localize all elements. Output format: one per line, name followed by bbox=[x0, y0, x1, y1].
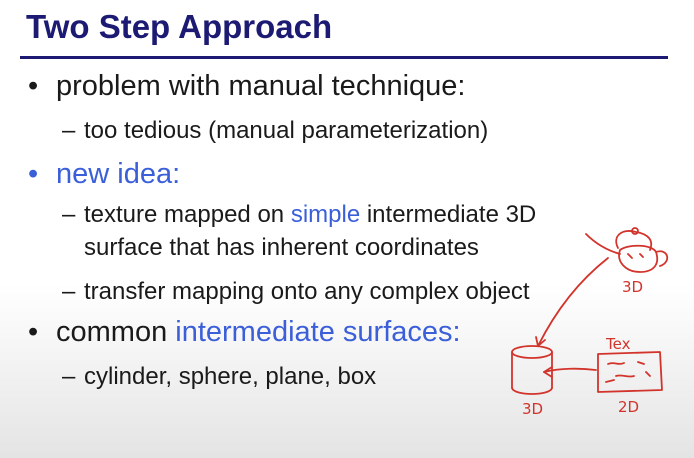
texture-sketch bbox=[597, 351, 663, 393]
arrow-teapot-to-cylinder bbox=[537, 257, 609, 347]
cylinder-3d-label: 3D bbox=[522, 400, 543, 418]
texture-tex-label: Tex bbox=[605, 335, 631, 353]
teapot-3d-label: 3D bbox=[622, 278, 643, 296]
handwritten-annotations: 3D 3D Tex 2D bbox=[511, 227, 669, 418]
texture-2d-label: 2D bbox=[618, 398, 639, 416]
